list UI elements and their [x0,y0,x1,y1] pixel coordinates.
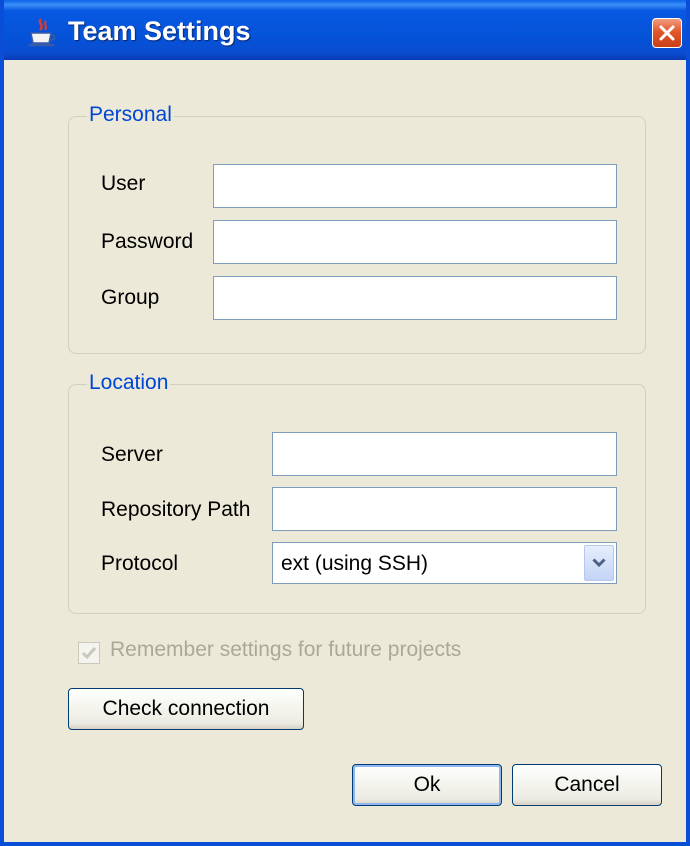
protocol-select[interactable]: ext (using SSH) [272,542,617,584]
protocol-dropdown-button[interactable] [584,545,614,581]
check-connection-button[interactable]: Check connection [68,688,304,730]
repository-path-label: Repository Path [101,498,251,521]
window-title: Team Settings [68,16,251,46]
remember-settings-label: Remember settings for future projects [110,638,462,661]
ok-button[interactable]: Ok [352,764,502,806]
group-input[interactable] [213,276,617,320]
password-label: Password [101,230,194,253]
java-cup-icon [28,18,56,48]
protocol-selected-value: ext (using SSH) [281,552,429,575]
password-input[interactable] [213,220,617,264]
repository-path-input[interactable] [272,487,617,531]
remember-settings-checkbox[interactable] [78,642,100,664]
personal-legend: Personal [87,103,174,127]
close-button[interactable] [652,18,682,48]
server-input[interactable] [272,432,617,476]
chevron-down-icon [592,558,606,568]
team-settings-dialog: Team Settings Personal User Password Gro… [0,0,690,846]
check-icon [81,647,97,660]
user-label: User [101,172,146,195]
title-bar[interactable]: Team Settings [4,0,686,60]
location-legend: Location [87,371,171,395]
group-label: Group [101,286,160,309]
protocol-label: Protocol [101,552,179,575]
server-label: Server [101,443,163,466]
user-input[interactable] [213,164,617,208]
close-icon [659,25,675,41]
cancel-button[interactable]: Cancel [512,764,662,806]
